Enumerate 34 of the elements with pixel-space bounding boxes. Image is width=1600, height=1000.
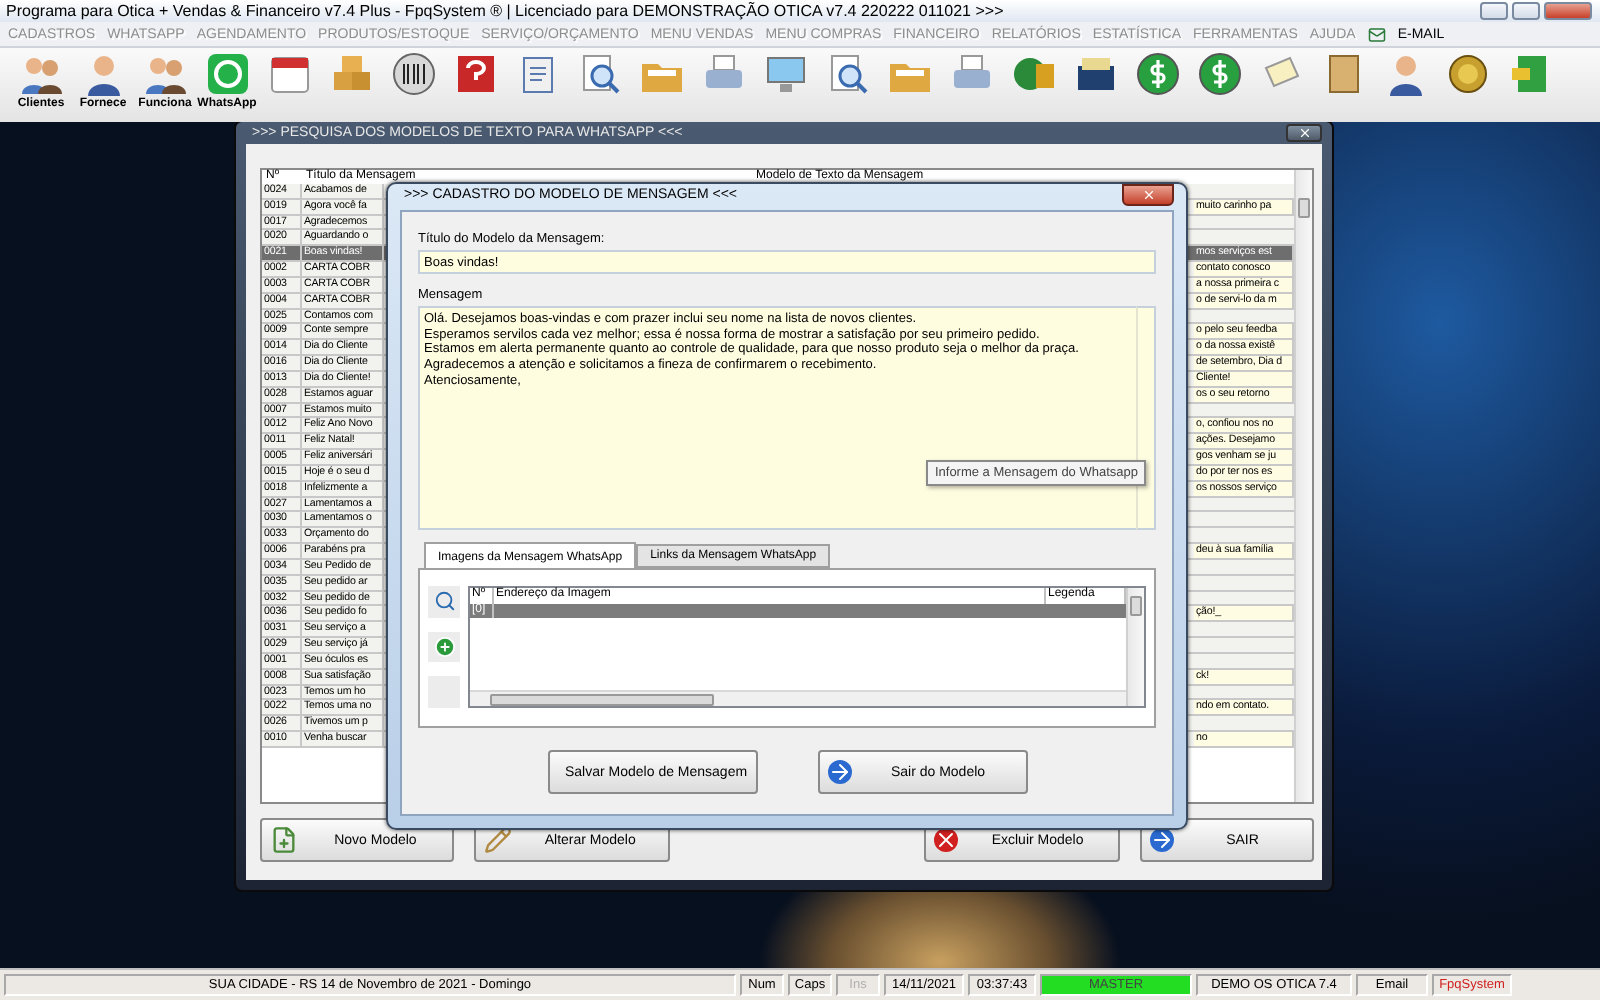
monitor-icon [763, 52, 807, 96]
scrollbar[interactable] [1136, 306, 1156, 530]
add-button[interactable] [428, 631, 460, 663]
chat-icon [205, 52, 249, 96]
add-icon [433, 636, 455, 658]
scrollbar[interactable] [1294, 170, 1312, 802]
close-icon [1297, 126, 1311, 140]
scrollbar[interactable] [1126, 588, 1144, 706]
delete-icon [934, 828, 959, 852]
magnifier-icon [825, 52, 869, 96]
window-title: Programa para Otica + Vendas & Financeiro v7.4 Plus - FpqSystem ® | Licenciado para DEMONSTRAÇÃO OTICA v7.4 220222 011021 >>> [6, 2, 1004, 20]
arrow-circle-icon [1149, 828, 1173, 852]
arrow-circle-icon [827, 760, 851, 784]
new-file-icon [270, 826, 298, 854]
dollar-icon [1197, 52, 1241, 96]
dollar-icon [1135, 52, 1179, 96]
magnifier-icon [577, 52, 621, 96]
scrollbar[interactable] [470, 690, 1126, 706]
pencil-icon [484, 826, 513, 854]
calendar-icon [267, 52, 311, 96]
minimize-button[interactable] [1480, 2, 1508, 20]
people-icon [143, 52, 187, 96]
close-button[interactable] [1286, 124, 1322, 142]
search-button[interactable] [428, 586, 460, 618]
boxes-icon [329, 52, 373, 96]
barcode-icon [391, 52, 435, 96]
people-icon [19, 52, 63, 96]
search-icon [433, 590, 455, 613]
mail-icon [1367, 25, 1386, 43]
close-icon [1141, 188, 1155, 202]
maximize-button[interactable] [1512, 2, 1540, 20]
close-button[interactable] [1122, 184, 1174, 206]
help-icon [453, 52, 497, 96]
coin-icon [1445, 52, 1489, 96]
